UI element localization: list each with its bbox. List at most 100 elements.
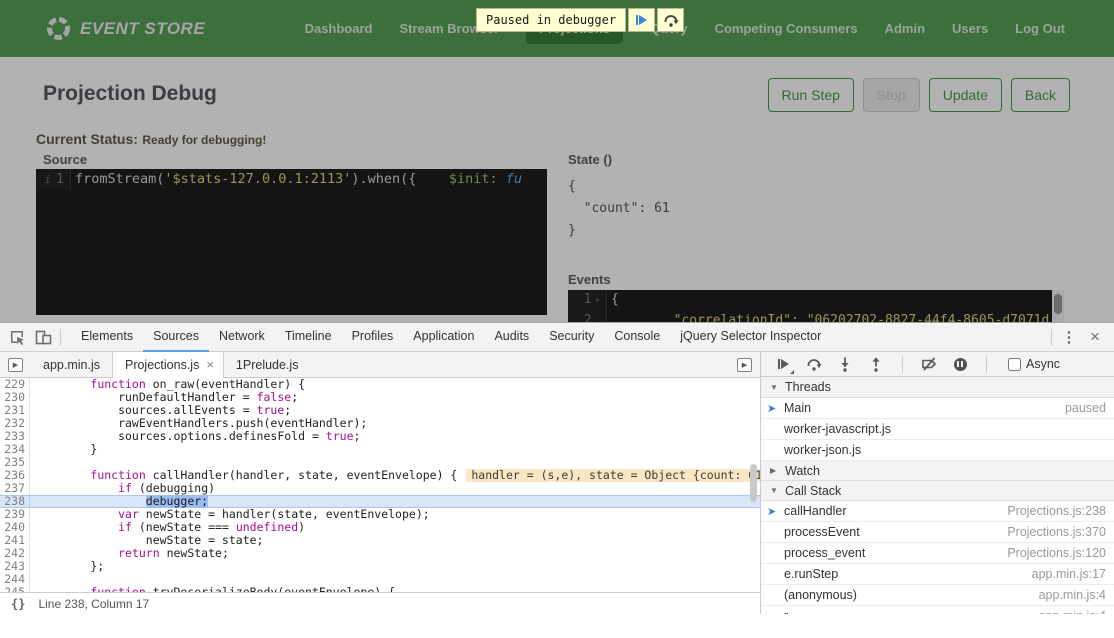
frame-location[interactable]: app.min.js:17 xyxy=(1032,567,1106,581)
tab-audits[interactable]: Audits xyxy=(484,323,539,352)
tab-timeline[interactable]: Timeline xyxy=(275,323,342,352)
threads-label: Threads xyxy=(785,380,831,394)
call-stack-frame-process-event[interactable]: process_event Projections.js:120 xyxy=(761,543,1114,564)
toolbar-divider xyxy=(60,329,61,346)
devtools-body: ▶ app.min.js Projections.js × 1Prelude.js ▶… xyxy=(0,352,1114,614)
frame-function: e.runStep xyxy=(784,567,838,581)
threads-list: ➤Mainpaused worker-javascript.js worker-js… xyxy=(761,398,1114,461)
frame-location[interactable]: app.min.js:4 xyxy=(1039,588,1106,602)
code-line-242[interactable]: 242 return newState; xyxy=(0,547,760,560)
code-line-245[interactable]: 245 function tryDeserializeBody(eventEnv… xyxy=(0,586,760,592)
file-tab-label: app.min.js xyxy=(43,358,100,372)
file-tab-label: 1Prelude.js xyxy=(236,358,299,372)
toolbar-divider xyxy=(986,356,987,373)
call-stack-section-header[interactable]: ▼ Call Stack xyxy=(761,480,1114,501)
thread-row-worker-json-js[interactable]: worker-json.js xyxy=(761,440,1114,461)
screen: EVENT STORE . DashboardStream BrowserPro… xyxy=(0,0,1114,638)
frame-function: (anonymous) xyxy=(784,588,857,602)
threads-section-header[interactable]: ▼ Threads xyxy=(761,377,1114,398)
code-token: ) xyxy=(298,521,305,534)
tab-sources[interactable]: Sources xyxy=(143,323,209,352)
frame-function: process_event xyxy=(784,546,865,560)
code-token xyxy=(35,586,90,592)
code-editor[interactable]: 229 function on_raw(eventHandler) {230 r… xyxy=(0,378,760,592)
deactivate-breakpoints-button[interactable] xyxy=(920,355,938,373)
debugger-toolbar: Async xyxy=(761,352,1114,377)
code-line-243[interactable]: 243 }; xyxy=(0,560,760,573)
file-tabbar: ▶ app.min.js Projections.js × 1Prelude.js ▶ xyxy=(0,352,760,378)
tab-security[interactable]: Security xyxy=(539,323,604,352)
close-tab-icon[interactable]: × xyxy=(206,352,214,378)
thread-row-worker-javascript-js[interactable]: worker-javascript.js xyxy=(761,419,1114,440)
call-stack-frame-callhandler[interactable]: ➤callHandlerProjections.js:238 xyxy=(761,501,1114,522)
tab-profiles[interactable]: Profiles xyxy=(342,323,404,352)
toolbar-divider xyxy=(1051,329,1052,346)
vertical-scrollbar[interactable] xyxy=(750,464,757,502)
inspect-element-button[interactable] xyxy=(4,325,30,349)
call-stack-frame-processevent[interactable]: processEventProjections.js:370 xyxy=(761,522,1114,543)
navigator-toggle-icon[interactable]: ▶ xyxy=(8,358,23,372)
editor-status-bar: {} Line 238, Column 17 xyxy=(0,592,760,614)
chevron-down-icon: ▼ xyxy=(770,486,779,495)
deactivate-breakpoints-icon xyxy=(921,357,938,371)
code-line-233[interactable]: 233 sources.options.definesFold = true; xyxy=(0,430,760,443)
step-into-button[interactable] xyxy=(836,355,854,373)
step-out-button[interactable] xyxy=(867,355,885,373)
code-token: ; xyxy=(354,430,361,443)
resume-script-button[interactable] xyxy=(628,8,655,32)
code-line-234[interactable]: 234 } xyxy=(0,443,760,456)
step-over-button[interactable] xyxy=(657,8,684,32)
code-line-content: function tryDeserializeBody(eventEnvelop… xyxy=(30,586,395,592)
file-tab-1prelude-js[interactable]: 1Prelude.js xyxy=(224,352,311,378)
frame-location[interactable]: app.min.js:4 xyxy=(1039,609,1106,614)
pause-on-exceptions-button[interactable] xyxy=(951,355,969,373)
device-toolbar-icon xyxy=(35,329,52,346)
resume-script-button[interactable] xyxy=(774,355,792,373)
call-stack-frame-r[interactable]: rapp.min.js:4 xyxy=(761,606,1114,614)
tab-application[interactable]: Application xyxy=(403,323,484,352)
devtools-menu-icon[interactable]: ⋮ xyxy=(1056,325,1082,349)
step-over-icon xyxy=(806,357,822,371)
watch-section-header[interactable]: ▶ Watch xyxy=(761,460,1114,481)
code-token: ; xyxy=(291,391,298,404)
file-tabs: app.min.js Projections.js × 1Prelude.js xyxy=(31,352,310,378)
execution-arrow-icon: ➤ xyxy=(767,402,776,415)
tab-elements[interactable]: Elements xyxy=(71,323,143,352)
file-tab-projections-js[interactable]: Projections.js × xyxy=(112,352,224,378)
tab-console[interactable]: Console xyxy=(604,323,670,352)
editor-panel-toggle-icon[interactable]: ▶ xyxy=(737,358,752,372)
frame-location[interactable]: Projections.js:238 xyxy=(1007,504,1106,518)
call-stack-frame-e-runstep[interactable]: e.runStep app.min.js:17 xyxy=(761,564,1114,585)
step-over-icon xyxy=(663,13,679,27)
code-token: function xyxy=(90,586,145,592)
tab-network[interactable]: Network xyxy=(209,323,275,352)
code-token: } xyxy=(35,443,97,456)
call-stack-label: Call Stack xyxy=(785,484,841,498)
execution-arrow-icon: ➤ xyxy=(767,505,776,518)
inspect-element-icon xyxy=(9,329,26,346)
code-token: return xyxy=(118,547,160,560)
pretty-print-icon[interactable]: {} xyxy=(11,597,25,611)
watch-label: Watch xyxy=(785,464,820,478)
line-number[interactable]: 245 xyxy=(0,586,30,592)
thread-name: worker-javascript.js xyxy=(784,422,891,436)
thread-row-main[interactable]: ➤Mainpaused xyxy=(761,398,1114,419)
eventstore-page: EVENT STORE . DashboardStream BrowserPro… xyxy=(0,0,1114,322)
async-checkbox[interactable] xyxy=(1008,358,1021,371)
code-token: tryDeserializeBody(eventEnvelope) { xyxy=(146,586,395,592)
file-tab-app-min-js[interactable]: app.min.js xyxy=(31,352,112,378)
step-over-button[interactable] xyxy=(805,355,823,373)
cursor-position: Line 238, Column 17 xyxy=(38,597,149,611)
step-out-icon xyxy=(869,357,883,372)
resume-icon xyxy=(636,15,647,25)
code-token: true xyxy=(326,430,354,443)
devtools-close-icon[interactable]: × xyxy=(1082,325,1108,349)
tab-jquery-selector-inspector[interactable]: jQuery Selector Inspector xyxy=(670,323,831,352)
step-into-icon xyxy=(838,357,852,372)
file-tab-label: Projections.js xyxy=(125,352,199,378)
pause-on-exceptions-icon xyxy=(954,358,967,371)
frame-location[interactable]: Projections.js:120 xyxy=(1007,546,1106,560)
frame-location[interactable]: Projections.js:370 xyxy=(1007,525,1106,539)
call-stack-frame-anonymous[interactable]: (anonymous) app.min.js:4 xyxy=(761,585,1114,606)
toggle-device-toolbar-button[interactable] xyxy=(30,325,56,349)
